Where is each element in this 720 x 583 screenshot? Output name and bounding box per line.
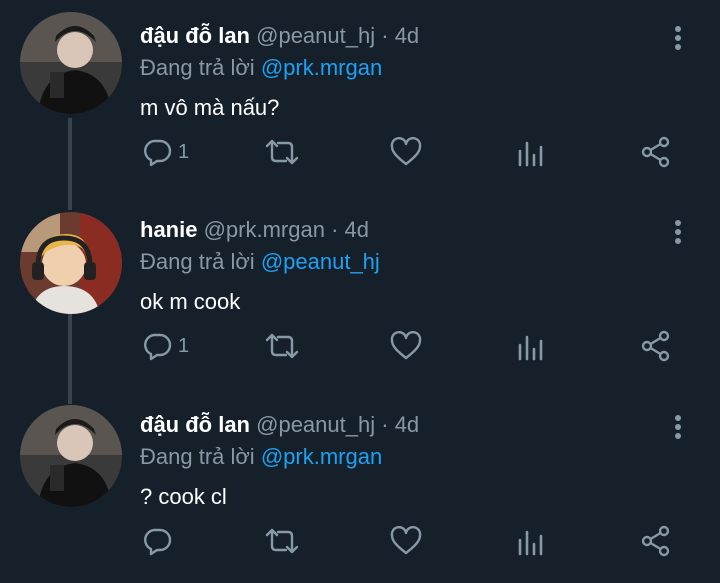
- reply-icon: [144, 528, 172, 556]
- tweet-actions: 1: [0, 326, 720, 366]
- replying-to: Đang trả lời @peanut_hj: [140, 248, 380, 276]
- tweet-text: ? cook cl: [140, 484, 227, 509]
- reply-button[interactable]: 1: [142, 132, 189, 172]
- share-button[interactable]: [640, 326, 672, 366]
- replying-to-label: Đang trả lời: [140, 249, 255, 274]
- share-icon: [641, 330, 670, 362]
- reply-icon: [144, 139, 172, 167]
- user-handle[interactable]: @peanut_hj: [256, 412, 375, 437]
- analytics-icon: [518, 141, 543, 167]
- avatar[interactable]: [20, 212, 122, 314]
- reply-count: 1: [178, 334, 190, 357]
- more-vertical-icon[interactable]: [664, 24, 692, 52]
- like-button[interactable]: [390, 521, 422, 561]
- more-vertical-icon[interactable]: [664, 413, 692, 441]
- tweet-actions: 1: [0, 132, 720, 172]
- separator-dot: ·: [331, 217, 339, 242]
- share-icon: [641, 136, 670, 168]
- analytics-button[interactable]: [517, 326, 545, 366]
- replying-to: Đang trả lời @prk.mrgan: [140, 54, 382, 82]
- tweet[interactable]: hanie @prk.mrgan · 4d Đang trả lời @pean…: [0, 194, 720, 388]
- separator-dot: ·: [381, 23, 389, 48]
- tweet-header: đậu đỗ lan @peanut_hj · 4d: [140, 22, 419, 50]
- timestamp[interactable]: 4d: [395, 23, 419, 48]
- analytics-button[interactable]: [517, 521, 545, 561]
- reply-button[interactable]: [142, 521, 178, 561]
- tweet[interactable]: đậu đỗ lan @peanut_hj · 4d Đang trả lời …: [0, 0, 720, 194]
- user-handle[interactable]: @prk.mrgan: [204, 217, 325, 242]
- reply-button[interactable]: 1: [142, 326, 189, 366]
- retweet-button[interactable]: [264, 521, 300, 561]
- tweet-actions: [0, 521, 720, 561]
- avatar[interactable]: [20, 12, 122, 114]
- display-name[interactable]: đậu đỗ lan: [140, 23, 250, 48]
- display-name[interactable]: hanie: [140, 217, 197, 242]
- share-button[interactable]: [640, 132, 672, 172]
- like-button[interactable]: [390, 326, 422, 366]
- separator-dot: ·: [381, 412, 389, 437]
- user-handle[interactable]: @peanut_hj: [256, 23, 375, 48]
- mention-link[interactable]: @prk.mrgan: [261, 444, 382, 469]
- timestamp[interactable]: 4d: [395, 412, 419, 437]
- timestamp[interactable]: 4d: [345, 217, 369, 242]
- mention-link[interactable]: @prk.mrgan: [261, 55, 382, 80]
- tweet-header: đậu đỗ lan @peanut_hj · 4d: [140, 411, 419, 439]
- retweet-button[interactable]: [264, 326, 300, 366]
- heart-icon: [390, 137, 422, 166]
- tweet-header: hanie @prk.mrgan · 4d: [140, 216, 369, 244]
- heart-icon: [390, 331, 422, 360]
- more-vertical-icon[interactable]: [664, 218, 692, 246]
- heart-icon: [390, 526, 422, 555]
- replying-to-label: Đang trả lời: [140, 444, 255, 469]
- tweet[interactable]: đậu đỗ lan @peanut_hj · 4d Đang trả lời …: [0, 389, 720, 583]
- replying-to-label: Đang trả lời: [140, 55, 255, 80]
- reply-icon: [144, 333, 172, 361]
- analytics-icon: [518, 335, 543, 361]
- share-button[interactable]: [640, 521, 672, 561]
- avatar[interactable]: [20, 405, 122, 507]
- retweet-icon: [265, 528, 299, 554]
- analytics-button[interactable]: [517, 132, 545, 172]
- reply-count: 1: [178, 140, 190, 163]
- retweet-button[interactable]: [264, 132, 300, 172]
- replying-to: Đang trả lời @prk.mrgan: [140, 443, 382, 471]
- tweet-text: ok m cook: [140, 289, 241, 314]
- display-name[interactable]: đậu đỗ lan: [140, 412, 250, 437]
- retweet-icon: [265, 333, 299, 359]
- analytics-icon: [518, 530, 543, 556]
- mention-link[interactable]: @peanut_hj: [261, 249, 380, 274]
- share-icon: [641, 525, 670, 557]
- retweet-icon: [265, 139, 299, 165]
- like-button[interactable]: [390, 132, 422, 172]
- tweet-text: m vô mà nấu?: [140, 95, 280, 120]
